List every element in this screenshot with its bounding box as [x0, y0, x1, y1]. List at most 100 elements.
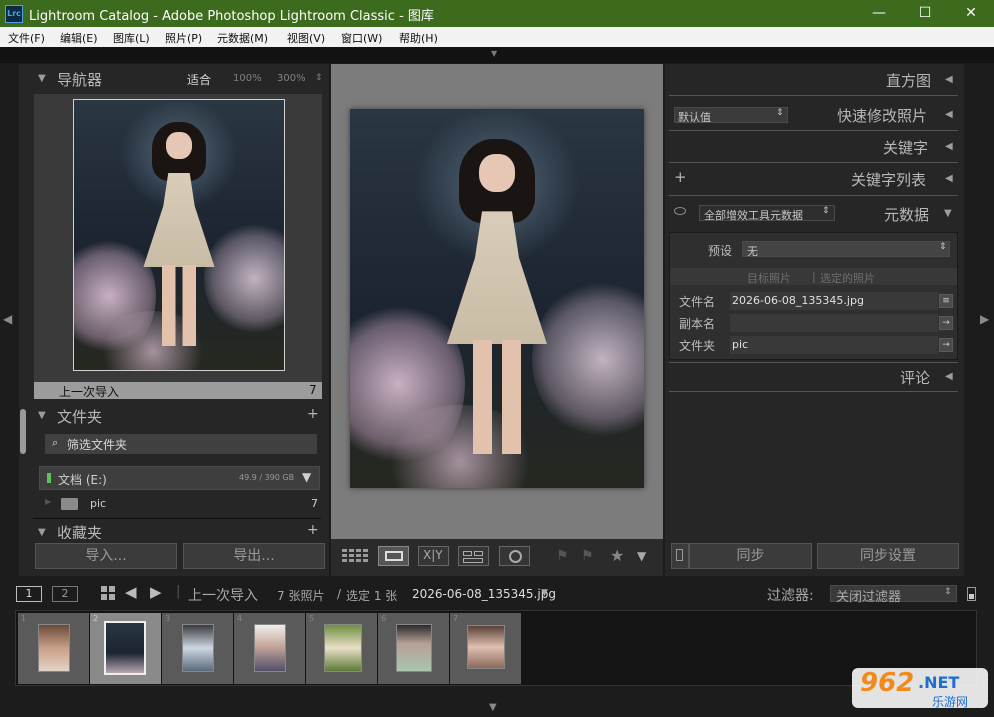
- metadata-set-select[interactable]: 全部增效工具元数据 ⇕: [699, 205, 835, 222]
- selected-photo-label[interactable]: 选定的照片: [820, 270, 875, 286]
- navigator-collapse-icon[interactable]: ▼: [38, 73, 46, 84]
- filmstrip-thumb[interactable]: 1: [18, 613, 89, 684]
- module-picker-collapsed[interactable]: ▼: [0, 47, 994, 63]
- menu-view[interactable]: 视图(V): [287, 30, 325, 46]
- filter-value: 关闭过滤器: [836, 590, 902, 605]
- keywording-title[interactable]: 关键字: [883, 137, 928, 158]
- filename-edit-icon[interactable]: ≡: [939, 294, 953, 308]
- survey-view-icon[interactable]: [458, 546, 489, 566]
- right-edge-toggle-icon[interactable]: ▶: [980, 312, 989, 326]
- forward-arrow-icon[interactable]: ▶: [150, 583, 162, 601]
- folders-title[interactable]: 文件夹: [57, 406, 102, 427]
- main-photo[interactable]: [350, 109, 644, 488]
- filmstrip-thumb-selected[interactable]: 2: [90, 613, 161, 684]
- filmstrip-thumb[interactable]: 6: [378, 613, 449, 684]
- loupe-view[interactable]: [331, 64, 663, 539]
- preset-select[interactable]: 无 ⇕: [742, 241, 950, 258]
- menu-photo[interactable]: 照片(P): [165, 30, 202, 46]
- left-panel-scrollbar[interactable]: [20, 409, 26, 454]
- drive-status-icon: [47, 473, 51, 483]
- toolbar-menu-icon[interactable]: ▼: [637, 549, 646, 563]
- filename-field[interactable]: 2026-06-08_135345.jpg: [730, 292, 938, 310]
- thumb-image: [324, 624, 362, 672]
- comments-expand-icon[interactable]: ◀: [945, 371, 953, 382]
- collections-title[interactable]: 收藏夹: [57, 522, 102, 539]
- keyword-list-expand-icon[interactable]: ◀: [945, 173, 953, 184]
- flag-reject-icon[interactable]: ⚑: [581, 548, 594, 564]
- filmstrip-source[interactable]: 上一次导入: [188, 585, 258, 605]
- eye-icon[interactable]: [674, 207, 686, 215]
- zoom-fit[interactable]: 适合: [187, 71, 211, 88]
- file-dropdown-icon[interactable]: ▼: [541, 588, 548, 598]
- grid-icon[interactable]: [100, 585, 116, 601]
- zoom-100[interactable]: 100%: [233, 73, 262, 84]
- drive-collapse-icon[interactable]: ▼: [302, 470, 311, 484]
- filmstrip-current-file[interactable]: 2026-06-08_135345.jpg: [412, 587, 556, 601]
- primary-window-button[interactable]: 1: [16, 586, 42, 602]
- zoom-menu-icon[interactable]: ⇕: [315, 73, 323, 83]
- filter-select[interactable]: 关闭过滤器 ⇕: [830, 585, 957, 605]
- grid-view-icon[interactable]: [341, 546, 369, 566]
- filmstrip-thumb[interactable]: 3: [162, 613, 233, 684]
- add-folder-icon[interactable]: +: [307, 406, 319, 422]
- quick-develop-preset-select[interactable]: 默认值 ⇕: [674, 107, 788, 124]
- left-edge-toggle-icon[interactable]: ◀: [3, 312, 12, 326]
- navigator-preview[interactable]: [34, 94, 322, 382]
- sync-button[interactable]: 同步: [689, 543, 812, 569]
- compare-view-icon[interactable]: X|Y: [418, 546, 449, 566]
- copyname-field[interactable]: [730, 314, 938, 332]
- minimize-button[interactable]: —: [856, 0, 902, 27]
- histogram-title[interactable]: 直方图: [886, 70, 931, 91]
- people-view-icon[interactable]: [499, 546, 530, 566]
- folders-collapse-icon[interactable]: ▼: [38, 410, 46, 421]
- copyname-goto-icon[interactable]: →: [939, 316, 953, 330]
- star-rating-icon[interactable]: ★: [610, 546, 624, 565]
- back-arrow-icon[interactable]: ◀: [125, 583, 137, 601]
- folder-field[interactable]: pic: [730, 336, 938, 354]
- target-photo-label[interactable]: 目标照片: [747, 270, 791, 286]
- flag-pick-icon[interactable]: ⚑: [556, 548, 569, 564]
- add-collection-icon[interactable]: +: [307, 522, 319, 538]
- menu-library[interactable]: 图库(L): [113, 30, 150, 46]
- histogram-expand-icon[interactable]: ◀: [945, 74, 953, 85]
- thumb-image: [38, 624, 70, 672]
- filmstrip-thumb[interactable]: 4: [234, 613, 305, 684]
- bottom-edge-toggle-icon[interactable]: ▼: [489, 702, 497, 713]
- add-keyword-icon[interactable]: +: [674, 168, 687, 186]
- sync-toggle[interactable]: [671, 543, 689, 569]
- import-button[interactable]: 导入...: [35, 543, 177, 569]
- drive-row[interactable]: 文档 (E:) 49.9 / 390 GB ▼: [39, 466, 320, 490]
- previous-import-row[interactable]: 上一次导入 7: [34, 382, 322, 399]
- keywording-expand-icon[interactable]: ◀: [945, 141, 953, 152]
- close-button[interactable]: ✕: [948, 0, 994, 27]
- filmstrip-thumb[interactable]: 5: [306, 613, 377, 684]
- loupe-view-icon[interactable]: [378, 546, 409, 566]
- secondary-window-button[interactable]: 2: [52, 586, 78, 602]
- keyword-list-title[interactable]: 关键字列表: [851, 169, 926, 190]
- menu-edit[interactable]: 编辑(E): [60, 30, 98, 46]
- folder-row-pic[interactable]: ▶ pic 7: [39, 494, 320, 514]
- folder-expand-icon[interactable]: ▶: [45, 497, 51, 506]
- sync-settings-button[interactable]: 同步设置: [817, 543, 959, 569]
- menu-file[interactable]: 文件(F): [8, 30, 45, 46]
- menu-help[interactable]: 帮助(H): [399, 30, 438, 46]
- filter-lock-icon[interactable]: [967, 587, 976, 601]
- maximize-button[interactable]: ☐: [902, 0, 948, 27]
- metadata-title[interactable]: 元数据: [884, 204, 929, 225]
- quick-develop-expand-icon[interactable]: ◀: [945, 109, 953, 120]
- comments-title[interactable]: 评论: [900, 367, 930, 388]
- folder-goto-icon[interactable]: →: [939, 338, 953, 352]
- quick-develop-title[interactable]: 快速修改照片: [837, 105, 927, 126]
- menu-bar: 文件(F) 编辑(E) 图库(L) 照片(P) 元数据(M) 视图(V) 窗口(…: [0, 27, 994, 47]
- navigator-title[interactable]: 导航器: [57, 69, 102, 90]
- export-button[interactable]: 导出...: [183, 543, 325, 569]
- chevron-updown-icon: ⇕: [944, 587, 952, 597]
- zoom-300[interactable]: 300%: [277, 73, 306, 84]
- menu-metadata[interactable]: 元数据(M): [217, 30, 268, 46]
- metadata-collapse-icon[interactable]: ▼: [944, 208, 952, 219]
- folder-filter-input[interactable]: ⌕ 筛选文件夹: [45, 434, 317, 454]
- filmstrip-thumb[interactable]: 7: [450, 613, 521, 684]
- collections-collapse-icon[interactable]: ▼: [38, 527, 46, 538]
- expand-top-icon[interactable]: ▼: [491, 49, 497, 58]
- menu-window[interactable]: 窗口(W): [341, 30, 382, 46]
